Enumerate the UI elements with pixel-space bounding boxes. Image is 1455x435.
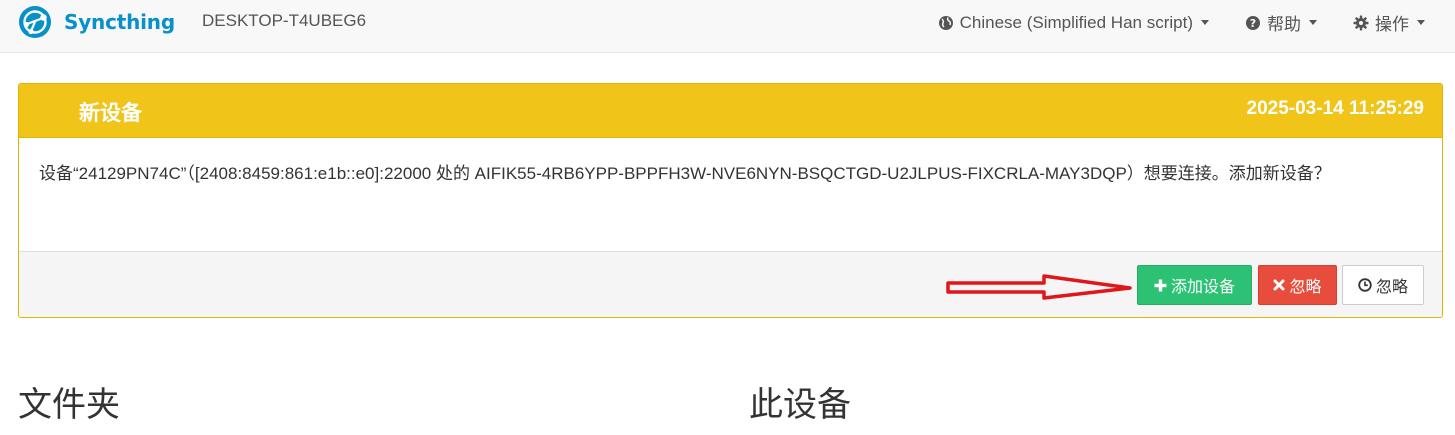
- notification-footer: 添加设备 忽略 忽略: [19, 251, 1442, 317]
- folders-heading: 文件夹: [18, 386, 120, 424]
- nav-right: Chinese (Simplified Han script) ? 帮助 操作: [902, 10, 1425, 35]
- chevron-down-icon: [1309, 20, 1317, 25]
- device-name: DESKTOP-T4UBEG6: [202, 11, 367, 30]
- syncthing-logo-icon: [19, 6, 51, 38]
- notification-timestamp: 2025-03-14 11:25:29: [1246, 98, 1424, 119]
- language-label: Chinese (Simplified Han script): [959, 12, 1193, 32]
- notification-body: 设备“24129PN74C”（[2408:8459:861:e1b::e0]:2…: [19, 138, 1442, 251]
- actions-label: 操作: [1375, 15, 1409, 34]
- globe-icon: [938, 15, 953, 30]
- ignore-later-button[interactable]: 忽略: [1342, 265, 1424, 305]
- brand-link[interactable]: Syncthing: [18, 3, 175, 41]
- top-navbar: Syncthing DESKTOP-T4UBEG6 Chinese (Simpl…: [0, 0, 1455, 53]
- help-label: 帮助: [1267, 15, 1301, 34]
- this-device-heading: 此设备: [749, 386, 851, 424]
- times-icon: [1273, 279, 1285, 291]
- plus-icon: [1154, 279, 1167, 291]
- actions-dropdown[interactable]: 操作: [1353, 10, 1425, 35]
- help-dropdown[interactable]: ? 帮助: [1245, 10, 1317, 35]
- add-device-button[interactable]: 添加设备: [1137, 265, 1252, 305]
- new-device-notification: 新设备 2025-03-14 11:25:29 设备“24129PN74C”（[…: [18, 83, 1443, 318]
- brand-name: Syncthing: [64, 10, 175, 34]
- ignore-label: 忽略: [1289, 279, 1322, 296]
- notification-heading: 新设备 2025-03-14 11:25:29: [19, 84, 1442, 138]
- notification-message: 设备“24129PN74C”（[2408:8459:861:e1b::e0]:2…: [39, 164, 1331, 183]
- annotation-arrow-icon: [946, 274, 1132, 300]
- chevron-down-icon: [1417, 20, 1425, 25]
- ignore-button[interactable]: 忽略: [1258, 265, 1337, 305]
- svg-text:?: ?: [1250, 17, 1256, 30]
- question-circle-icon: ?: [1246, 15, 1260, 30]
- add-device-label: 添加设备: [1170, 279, 1235, 296]
- language-dropdown[interactable]: Chinese (Simplified Han script): [938, 10, 1209, 35]
- clock-icon: [1358, 278, 1372, 292]
- chevron-down-icon: [1201, 20, 1209, 25]
- ignore-later-label: 忽略: [1375, 279, 1408, 296]
- notification-title: 新设备: [79, 102, 142, 125]
- gear-icon: [1353, 15, 1369, 30]
